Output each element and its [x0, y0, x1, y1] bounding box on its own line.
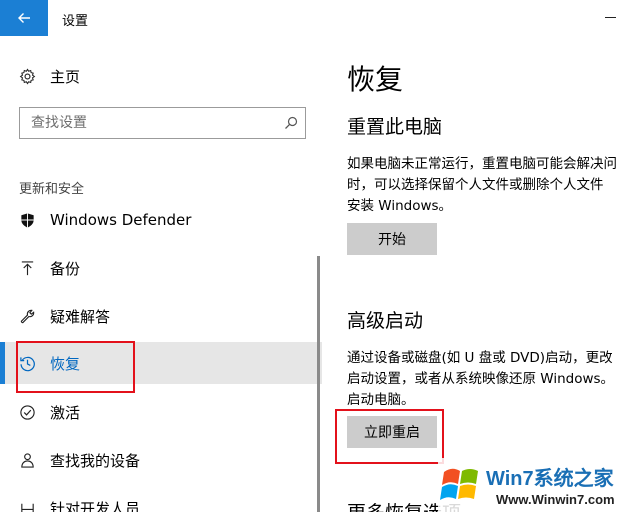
- sidebar-item-label: 主页: [50, 67, 81, 86]
- minimize-button[interactable]: [605, 17, 616, 18]
- wrench-icon: [18, 307, 36, 325]
- check-circle-icon: [18, 403, 36, 421]
- upload-arrow-icon: [18, 259, 36, 277]
- reset-description: 如果电脑未正常运行，重置电脑可能会解决问 时，可以选择保留个人文件或删除个人文件…: [347, 154, 636, 217]
- gear-icon: [18, 67, 36, 85]
- active-indicator: [0, 342, 5, 384]
- highlight-box-recovery: [16, 341, 135, 393]
- advanced-description-line: 启动电脑。: [347, 392, 415, 408]
- window-title: 设置: [62, 14, 89, 29]
- get-started-button[interactable]: 开始: [347, 223, 437, 255]
- sidebar-item-label: 针对开发人员: [50, 499, 141, 512]
- search-input[interactable]: [20, 108, 260, 138]
- sidebar-item-label: 备份: [50, 259, 81, 278]
- watermark-url: Www.Winwin7.com: [496, 492, 615, 507]
- search-box[interactable]: [19, 107, 306, 139]
- reset-description-line: 时，可以选择保留个人文件或删除个人文件: [347, 177, 604, 193]
- advanced-startup-description: 通过设备或磁盘(如 U 盘或 DVD)启动，更改 启动设置，或者从系统映像还原 …: [347, 348, 636, 411]
- watermark-brand: Win7系统之家: [486, 466, 615, 490]
- reset-description-line: 安装 Windows。: [347, 198, 453, 214]
- reset-heading: 重置此电脑: [347, 116, 443, 138]
- sidebar-item-label: 疑难解答: [50, 307, 111, 326]
- advanced-description-line: 通过设备或磁盘(如 U 盘或 DVD)启动，更改: [347, 350, 613, 366]
- sidebar-item-windows-defender[interactable]: Windows Defender: [0, 209, 322, 231]
- person-locate-icon: [18, 451, 36, 469]
- back-button[interactable]: [0, 0, 48, 36]
- back-arrow-icon: [18, 13, 30, 23]
- sidebar: 主页 更新和安全 Windows Defender 备份: [0, 36, 322, 512]
- sidebar-item-for-developers[interactable]: 针对开发人员: [0, 497, 322, 512]
- watermark-logo: Win7系统之家 Www.Winwin7.com: [438, 458, 636, 512]
- search-icon[interactable]: [283, 115, 299, 131]
- sidebar-scrollbar[interactable]: [317, 256, 320, 512]
- sidebar-item-label: 激活: [50, 403, 81, 422]
- sidebar-item-label: 查找我的设备: [50, 451, 141, 470]
- sidebar-item-find-my-device[interactable]: 查找我的设备: [0, 449, 322, 471]
- advanced-description-line: 启动设置，或者从系统映像还原 Windows。: [347, 371, 615, 387]
- sidebar-item-label: Windows Defender: [50, 211, 192, 229]
- title-bar: 设置: [0, 0, 636, 36]
- page-title: 恢复: [347, 63, 404, 96]
- highlight-box-restart: [335, 409, 444, 464]
- advanced-startup-heading: 高级启动: [347, 310, 424, 332]
- sidebar-item-activation[interactable]: 激活: [0, 401, 322, 423]
- sidebar-item-troubleshoot[interactable]: 疑难解答: [0, 305, 322, 327]
- developer-icon: [18, 499, 36, 512]
- section-label: 更新和安全: [19, 182, 85, 197]
- sidebar-item-backup[interactable]: 备份: [0, 257, 322, 279]
- reset-description-line: 如果电脑未正常运行，重置电脑可能会解决问: [347, 156, 617, 172]
- shield-icon: [18, 211, 36, 229]
- sidebar-item-home[interactable]: 主页: [0, 66, 322, 86]
